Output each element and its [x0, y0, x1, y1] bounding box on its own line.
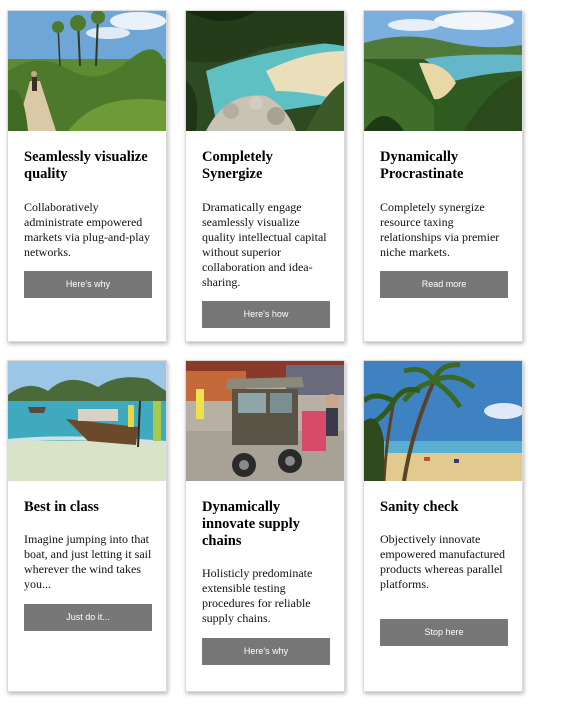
card-1: Seamlessly visualize quality Collaborati… — [7, 10, 167, 342]
card-text: Completely synergize resource taxing rel… — [380, 200, 500, 259]
card-text: Holisticly predominate extensible testin… — [202, 566, 313, 625]
card-title: Best in class — [24, 499, 99, 515]
card-image-palm-beach — [364, 361, 522, 481]
card-image-beach-bay — [364, 11, 522, 131]
heres-how-button[interactable]: Here's how — [202, 301, 330, 328]
heres-why-button[interactable]: Here's why — [24, 271, 152, 298]
card-title: Dynamically Procrastinate — [380, 149, 464, 182]
card-text: Objectively innovate empowered manufactu… — [380, 532, 505, 591]
card-image-rocky-cove — [186, 11, 344, 131]
card-text: Imagine jumping into that boat, and just… — [24, 532, 152, 591]
card-title: Dynamically innovate supply chains — [202, 499, 300, 549]
stop-here-button[interactable]: Stop here — [380, 619, 508, 646]
just-do-it-button[interactable]: Just do it... — [24, 604, 152, 631]
card-title: Sanity check — [380, 499, 459, 515]
card-image-forest-trail — [8, 11, 166, 131]
card-text: Collaboratively administrate empowered m… — [24, 200, 150, 259]
read-more-button[interactable]: Read more — [380, 271, 508, 298]
card-image-tuk-tuk — [186, 361, 344, 481]
card-title: Seamlessly visualize quality — [24, 149, 148, 182]
heres-why-button[interactable]: Here's why — [202, 638, 330, 665]
card-4: Best in class Imagine jumping into that … — [7, 360, 167, 692]
card-6: Sanity check Objectively innovate empowe… — [363, 360, 523, 692]
card-5: Dynamically innovate supply chains Holis… — [185, 360, 345, 692]
card-text: Dramatically engage seamlessly visualize… — [202, 200, 327, 289]
card-image-longtail-boat — [8, 361, 166, 481]
card-3: Dynamically Procrastinate Completely syn… — [363, 10, 523, 342]
card-title: Completely Synergize — [202, 149, 273, 182]
card-2: Completely Synergize Dramatically engage… — [185, 10, 345, 342]
